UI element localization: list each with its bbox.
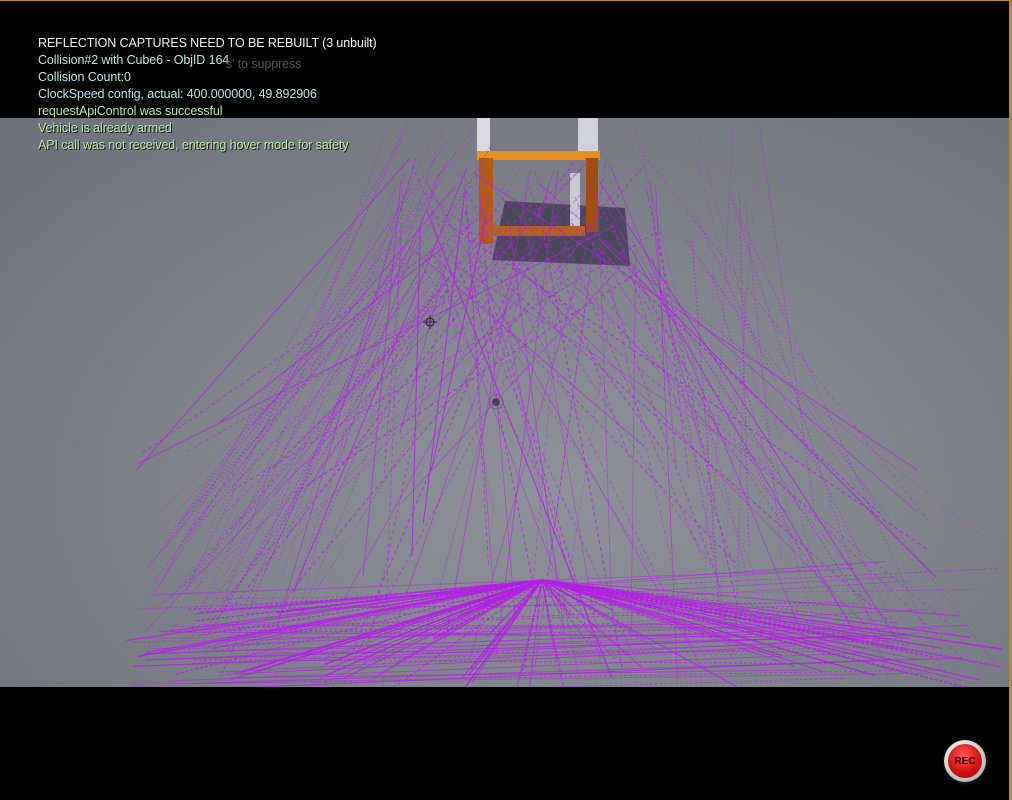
trajectory-segment — [729, 273, 978, 669]
trajectory-segment — [642, 154, 930, 522]
trajectory-segment — [146, 129, 478, 603]
trajectory-segment — [201, 123, 389, 667]
hud-message-collision-count: Collision Count:0 — [38, 70, 131, 84]
trajectory-segment — [219, 245, 445, 423]
trajectory-segment — [201, 183, 399, 544]
trajectory-segment — [618, 215, 800, 549]
trajectory-segment — [203, 215, 476, 641]
trajectory-segment — [416, 252, 645, 447]
hud-message-collision: Collision#2 with Cube6 - ObjID 164 — [38, 53, 230, 67]
trajectory-segment — [599, 181, 895, 637]
trajectory-segment — [170, 271, 455, 599]
trajectory-segment — [424, 191, 948, 623]
trajectory-segment — [472, 171, 918, 471]
trajectory-segment — [648, 271, 904, 670]
trajectory-segment — [535, 180, 918, 513]
trajectory-segment — [144, 213, 405, 573]
record-label: REC — [954, 755, 976, 767]
trajectory-segment — [646, 190, 738, 606]
trajectory-segment — [758, 124, 817, 522]
trajectory-segment — [289, 311, 493, 545]
trajectory-segment — [598, 238, 937, 578]
hud-message-api-control: requestApiControl was successful — [38, 104, 223, 118]
trajectory-segment — [335, 201, 566, 614]
simulator-viewport: REFLECTION CAPTURES NEED TO BE REBUILT (… — [0, 0, 1012, 800]
trajectory-segment — [399, 256, 449, 435]
trajectory-segment — [623, 293, 847, 564]
trajectory-segment — [153, 184, 437, 583]
trajectory-segment — [143, 158, 592, 634]
debug-message-overlay: REFLECTION CAPTURES NEED TO BE REBUILT (… — [38, 35, 377, 154]
hud-message-reflection: REFLECTION CAPTURES NEED TO BE REBUILT (… — [38, 36, 377, 50]
trajectory-segment — [183, 187, 397, 648]
record-icon: REC — [948, 744, 982, 778]
trajectory-segment — [694, 215, 908, 653]
bottom-letterbox — [0, 687, 1009, 800]
trajectory-segment — [155, 134, 402, 592]
3d-scene — [0, 118, 1009, 687]
trajectory-segment — [146, 244, 637, 650]
trajectory-segment — [651, 256, 702, 448]
record-button[interactable]: REC — [944, 740, 986, 782]
hud-message-hover-mode: API call was not received, entering hove… — [38, 138, 349, 152]
trajectory-segment — [649, 182, 677, 469]
trajectory-segment — [201, 230, 493, 636]
scene-canvas — [126, 118, 1002, 687]
trajectory-segment — [225, 306, 490, 532]
trajectory-segment — [203, 279, 448, 602]
hud-ghost-text: s' to suppress — [226, 57, 302, 71]
trajectory-segment — [186, 132, 405, 591]
hud-message-clockspeed: ClockSpeed config, actual: 400.000000, 4… — [38, 87, 317, 101]
trajectory-segment — [147, 186, 472, 567]
trajectory-segment — [467, 250, 888, 621]
trajectory-segment — [221, 142, 494, 615]
drone-marker — [423, 315, 437, 329]
trajectory-segment — [695, 156, 814, 603]
trajectory-segment — [437, 263, 562, 589]
trajectory-segment — [570, 222, 881, 515]
hud-message-armed: Vehicle is already armed — [38, 121, 172, 135]
trajectory-segment — [277, 180, 421, 566]
trajectory-segment — [273, 203, 533, 469]
trajectory-segment — [691, 238, 722, 630]
trajectory-segment — [195, 119, 409, 594]
